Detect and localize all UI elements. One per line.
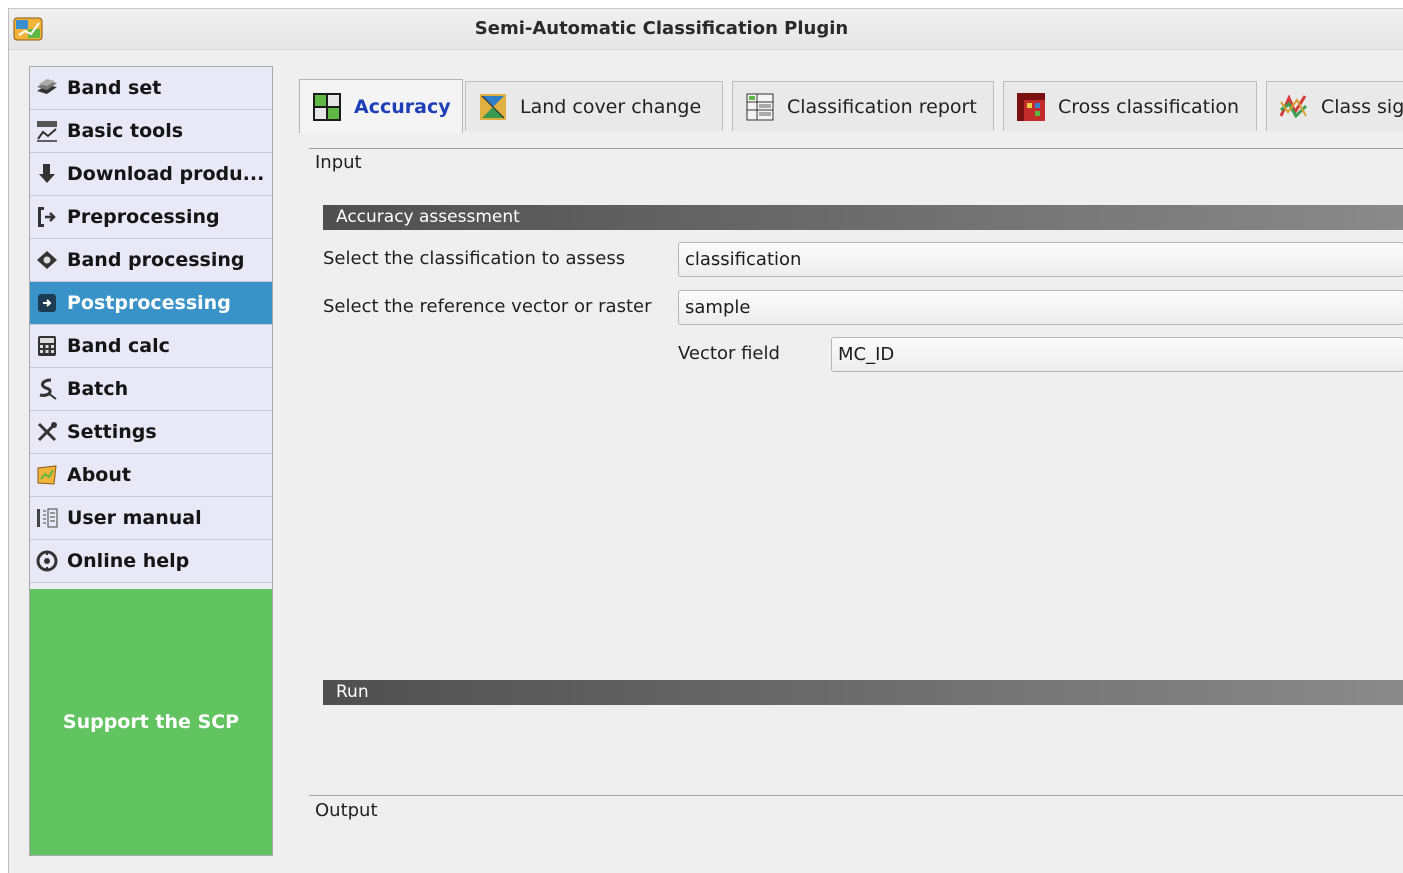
sidebar-item-download-products[interactable]: Download produ... [30,153,272,196]
tab-label: Class sigr [1321,95,1403,118]
tab-land-cover-change[interactable]: Land cover change [465,81,723,131]
tab-accuracy[interactable]: Accuracy [299,79,463,133]
sidebar-item-batch[interactable]: Batch [30,368,272,411]
sidebar-item-band-calc[interactable]: Band calc [30,325,272,368]
land-cover-change-icon [480,93,506,120]
postprocessing-icon [34,290,60,316]
tab-label: Classification report [787,95,977,118]
sidebar-item-label: Band processing [67,249,245,271]
sidebar-item-label: Band set [67,77,162,99]
sidebar-item-label: Postprocessing [67,292,231,314]
sidebar-item-user-manual[interactable]: User manual [30,497,272,540]
sidebar-item-basic-tools[interactable]: Basic tools [30,110,272,153]
input-group-label: Input [315,152,362,173]
tab-panel-divider [309,148,1403,149]
output-divider [309,795,1403,796]
book-icon [34,505,60,531]
sidebar-item-label: Download produ... [67,163,265,185]
reference-combo[interactable]: sample [678,290,1403,325]
output-group-label: Output [315,800,378,821]
tab-label: Cross classification [1058,95,1240,118]
preprocessing-icon [34,204,60,230]
tab-cross-classification[interactable]: Cross classification [1003,81,1257,131]
sidebar-item-label: Basic tools [67,120,184,142]
help-icon [34,548,60,574]
tab-label: Land cover change [520,95,702,118]
accuracy-assessment-header: Accuracy assessment [323,205,1403,230]
calculator-icon [34,333,60,359]
class-signature-icon [1279,93,1308,118]
batch-icon [34,376,60,402]
cross-classification-icon [1017,92,1045,121]
sidebar-item-postprocessing[interactable]: Postprocessing [30,282,272,325]
sidebar-item-online-help[interactable]: Online help [30,540,272,583]
classification-report-icon [746,93,774,120]
sidebar-item-label: Preprocessing [67,206,220,228]
plugin-window: Semi-Automatic Classification Plugin Ban… [8,8,1403,873]
sidebar-item-label: Batch [67,378,129,400]
classification-combo[interactable]: classification [678,242,1403,277]
support-scp-button[interactable]: Support the SCP [30,589,272,855]
vector-field-label: Vector field [678,343,780,364]
sidebar-item-settings[interactable]: Settings [30,411,272,454]
settings-icon [34,419,60,445]
sidebar-item-band-set[interactable]: Band set [30,67,272,110]
basic-tools-icon [34,118,60,144]
sidebar-item-label: About [67,464,131,486]
sidebar-menu: Band set Basic tools Download produ... P… [29,66,273,856]
vector-field-combo[interactable]: MC_ID [831,337,1403,372]
classification-label: Select the classification to assess [323,248,626,269]
sidebar-item-label: User manual [67,507,202,529]
about-icon [34,462,60,488]
sidebar-item-label: Settings [67,421,157,443]
reference-label: Select the reference vector or raster [323,296,652,317]
sidebar-item-preprocessing[interactable]: Preprocessing [30,196,272,239]
accuracy-icon [313,92,341,121]
sidebar-item-about[interactable]: About [30,454,272,497]
sidebar-item-band-processing[interactable]: Band processing [30,239,272,282]
tab-label: Accuracy [354,95,451,118]
window-title: Semi-Automatic Classification Plugin [474,18,849,39]
tab-classification-report[interactable]: Classification report [732,81,994,131]
tool-tab-bar: Accuracy Land cover change Classificatio… [299,79,1403,133]
sidebar-item-label: Online help [67,550,190,572]
band-set-icon [34,75,60,101]
band-processing-icon [34,247,60,273]
run-header: Run [323,680,1403,705]
tab-class-signature[interactable]: Class sigr [1266,81,1403,131]
download-icon [34,161,60,187]
sidebar-item-label: Band calc [67,335,170,357]
title-bar: Semi-Automatic Classification Plugin [9,9,1403,50]
